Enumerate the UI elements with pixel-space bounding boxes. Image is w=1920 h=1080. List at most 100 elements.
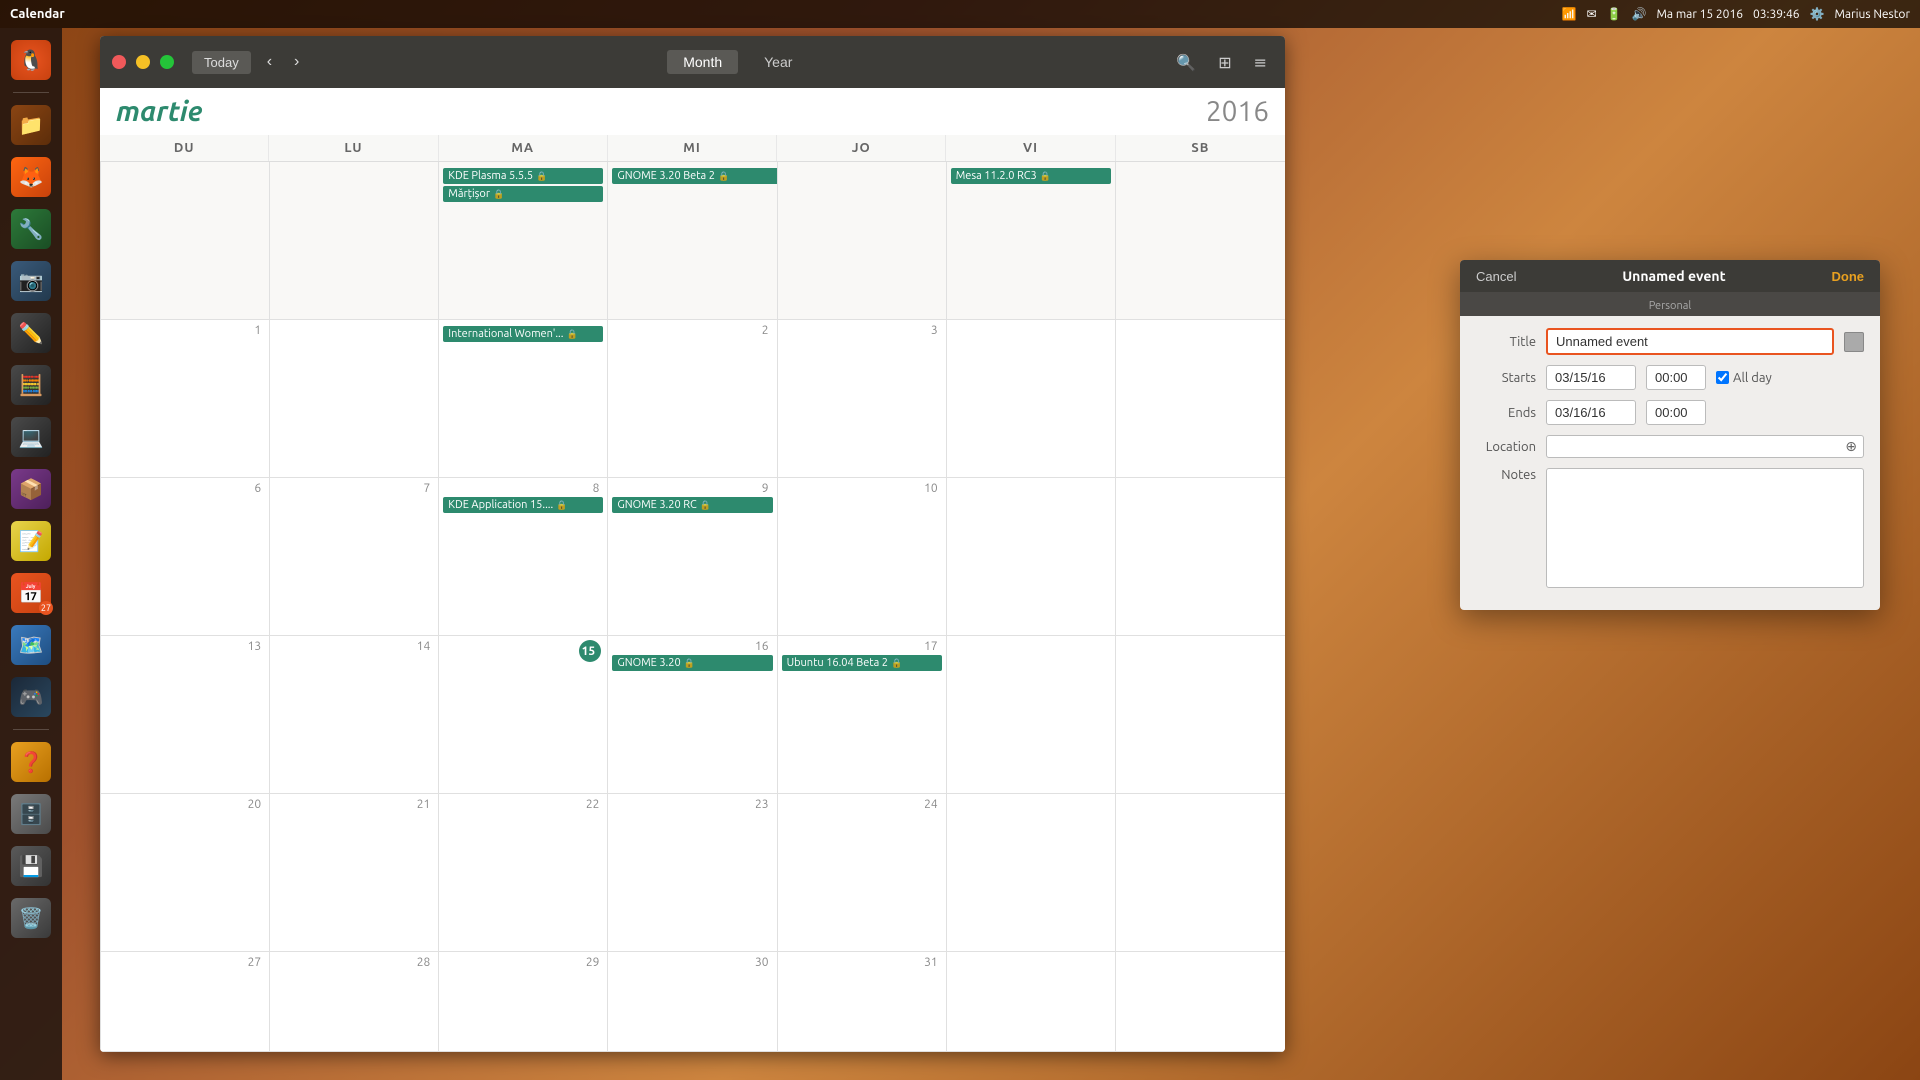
search-icon[interactable]: 🔍 <box>1170 49 1202 76</box>
dock-item-steam[interactable]: 🎮 <box>7 673 55 721</box>
dock-item-firefox[interactable]: 🦊 <box>7 153 55 201</box>
cal-cell-w4-lu[interactable]: 21 <box>270 794 439 952</box>
event-gnome-beta2[interactable]: GNOME 3.20 Beta 2 🔒 <box>612 168 777 184</box>
cal-cell-w3-mi[interactable]: 16 GNOME 3.20 🔒 <box>608 636 777 794</box>
dock-item-disk[interactable]: 💾 <box>7 842 55 890</box>
cal-cell-w3-jo[interactable]: 17 Ubuntu 16.04 Beta 2 🔒 <box>778 636 947 794</box>
cell-num: 21 <box>274 796 434 813</box>
cal-cell-w4-vi[interactable] <box>947 794 1116 952</box>
event-ubuntu-beta2[interactable]: Ubuntu 16.04 Beta 2 🔒 <box>782 655 942 671</box>
cal-cell-w1-jo[interactable]: 3 <box>778 320 947 478</box>
cal-cell-w0-sb[interactable] <box>1116 162 1285 320</box>
event-kde-plasma[interactable]: KDE Plasma 5.5.5 🔒 <box>443 168 603 184</box>
cal-cell-w3-ma[interactable]: 15 <box>439 636 608 794</box>
minimize-button[interactable] <box>136 55 150 69</box>
trash-icon: 🗑️ <box>11 898 51 938</box>
ends-date-input[interactable] <box>1546 400 1636 425</box>
cal-cell-w2-mi[interactable]: 9 GNOME 3.20 RC 🔒 <box>608 478 777 636</box>
dock-item-calculator[interactable]: 🧮 <box>7 361 55 409</box>
cal-cell-w0-mi[interactable]: GNOME 3.20 Beta 2 🔒 <box>608 162 777 320</box>
dock-item-terminal[interactable]: 💻 <box>7 413 55 461</box>
starts-date-input[interactable] <box>1546 365 1636 390</box>
cancel-button[interactable]: Cancel <box>1476 269 1516 284</box>
dock-item-help[interactable]: ❓ <box>7 738 55 786</box>
menu-icon[interactable]: ≡ <box>1248 49 1273 76</box>
dock-item-notes[interactable]: 📝 <box>7 517 55 565</box>
cell-num: 13 <box>105 638 265 655</box>
event-label: Mesa 11.2.0 RC3 <box>956 170 1037 182</box>
cal-cell-w0-vi[interactable]: Mesa 11.2.0 RC3 🔒 <box>947 162 1116 320</box>
cal-cell-w2-jo[interactable]: 10 <box>778 478 947 636</box>
year-view-button[interactable]: Year <box>748 50 808 74</box>
firefox-icon: 🦊 <box>11 157 51 197</box>
location-input[interactable] <box>1553 439 1845 454</box>
cal-cell-w5-lu[interactable]: 28 <box>270 952 439 1052</box>
cal-cell-w2-sb[interactable] <box>1116 478 1285 636</box>
event-kde-app[interactable]: KDE Application 15.... 🔒 <box>443 497 603 513</box>
close-button[interactable] <box>112 55 126 69</box>
grid-icon[interactable]: ⊞ <box>1212 49 1237 76</box>
dock-item-ubuntu[interactable]: 🐧 <box>7 36 55 84</box>
event-intl-women[interactable]: International Women'... 🔒 <box>443 326 603 342</box>
dock-item-calendar[interactable]: 📅 27 <box>7 569 55 617</box>
dock-item-trash[interactable]: 🗑️ <box>7 894 55 942</box>
cal-cell-w1-du[interactable]: 1 <box>101 320 270 478</box>
cal-cell-w2-du[interactable]: 6 <box>101 478 270 636</box>
ends-time-input[interactable] <box>1646 400 1706 425</box>
notes-textarea[interactable] <box>1546 468 1864 588</box>
cal-cell-w5-jo[interactable]: 31 <box>778 952 947 1052</box>
cal-cell-w2-vi[interactable] <box>947 478 1116 636</box>
cal-cell-w4-du[interactable]: 20 <box>101 794 270 952</box>
cal-cell-w1-ma[interactable]: International Women'... 🔒 <box>439 320 608 478</box>
cal-cell-w5-sb[interactable] <box>1116 952 1285 1052</box>
cal-cell-w2-lu[interactable]: 7 <box>270 478 439 636</box>
cal-cell-w2-ma[interactable]: 8 KDE Application 15.... 🔒 <box>439 478 608 636</box>
cal-cell-w4-jo[interactable]: 24 <box>778 794 947 952</box>
cal-cell-w3-vi[interactable] <box>947 636 1116 794</box>
cal-cell-w4-mi[interactable]: 23 <box>608 794 777 952</box>
done-button[interactable]: Done <box>1832 269 1865 284</box>
cal-cell-w4-ma[interactable]: 22 <box>439 794 608 952</box>
month-view-button[interactable]: Month <box>667 50 738 74</box>
dock-item-tools[interactable]: 🔧 <box>7 205 55 253</box>
title-input[interactable] <box>1546 328 1834 355</box>
dock-item-editor[interactable]: ✏️ <box>7 309 55 357</box>
cal-cell-w4-sb[interactable] <box>1116 794 1285 952</box>
starts-time-input[interactable] <box>1646 365 1706 390</box>
event-gnome-rc[interactable]: GNOME 3.20 RC 🔒 <box>612 497 772 513</box>
event-gnome-320[interactable]: GNOME 3.20 🔒 <box>612 655 772 671</box>
prev-button[interactable]: ‹ <box>261 51 278 73</box>
cal-cell-w0-lu[interactable] <box>270 162 439 320</box>
cal-cell-w3-du[interactable]: 13 <box>101 636 270 794</box>
dock-item-files2[interactable]: 🗄️ <box>7 790 55 838</box>
dock-item-maps[interactable]: 🗺️ <box>7 621 55 669</box>
cal-cell-w3-sb[interactable] <box>1116 636 1285 794</box>
dock-item-software[interactable]: 📦 <box>7 465 55 513</box>
cal-cell-w5-du[interactable]: 27 <box>101 952 270 1052</box>
dock-item-files[interactable]: 📁 <box>7 101 55 149</box>
cal-cell-w1-sb[interactable] <box>1116 320 1285 478</box>
dock-item-shotwell[interactable]: 📷 <box>7 257 55 305</box>
cal-cell-w1-lu[interactable] <box>270 320 439 478</box>
cal-cell-w1-vi[interactable] <box>947 320 1116 478</box>
cal-cell-w1-mi[interactable]: 2 <box>608 320 777 478</box>
cal-cell-w0-du[interactable] <box>101 162 270 320</box>
next-button[interactable]: › <box>288 51 305 73</box>
cal-cell-w5-vi[interactable] <box>947 952 1116 1052</box>
cell-num: 24 <box>782 796 942 813</box>
allday-check[interactable]: All day <box>1716 371 1772 385</box>
maximize-button[interactable] <box>160 55 174 69</box>
cal-cell-w0-ma[interactable]: KDE Plasma 5.5.5 🔒 Mărțișor 🔒 <box>439 162 608 320</box>
event-mesa[interactable]: Mesa 11.2.0 RC3 🔒 <box>951 168 1111 184</box>
event-martisor[interactable]: Mărțișor 🔒 <box>443 186 603 202</box>
cal-cell-w5-ma[interactable]: 29 <box>439 952 608 1052</box>
sound-icon: 🔊 <box>1632 7 1647 21</box>
cal-cell-w3-lu[interactable]: 14 <box>270 636 439 794</box>
location-gps-icon[interactable]: ⊕ <box>1845 438 1857 455</box>
event-dialog: Cancel Unnamed event Done Personal Title… <box>1460 260 1880 610</box>
cal-cell-w5-mi[interactable]: 30 <box>608 952 777 1052</box>
cal-cell-w0-jo[interactable] <box>778 162 947 320</box>
allday-checkbox[interactable] <box>1716 371 1729 384</box>
color-swatch[interactable] <box>1844 332 1864 352</box>
today-button[interactable]: Today <box>192 51 251 74</box>
